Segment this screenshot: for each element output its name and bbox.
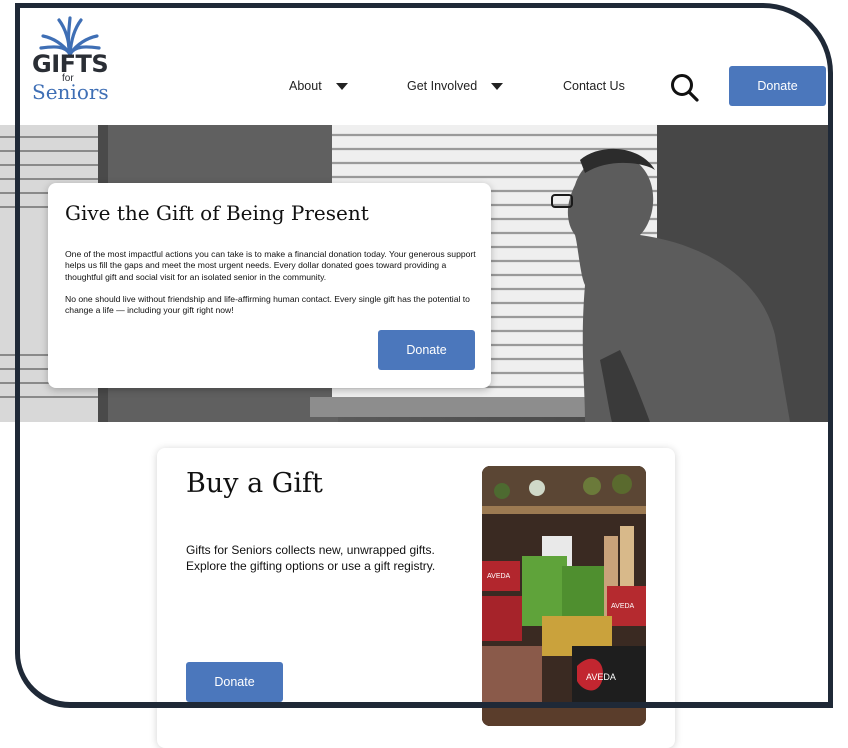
hero-card: Give the Gift of Being Present One of th… — [48, 183, 491, 388]
buy-gift-text: Gifts for Seniors collects new, unwrappe… — [186, 543, 436, 573]
hero-paragraph-2: No one should live without friendship an… — [65, 294, 470, 316]
nav-contact-label: Contact Us — [563, 79, 625, 93]
bag-label-2: AVEDA — [611, 603, 635, 610]
nav-item-contact[interactable]: Contact Us — [563, 66, 625, 106]
bag-label-3: AVEDA — [586, 672, 616, 682]
gifts-illustration: AVEDA AVEDA AVEDA — [482, 466, 646, 726]
logo-seniors: Seniors — [32, 80, 109, 104]
hero-paragraph-1: One of the most impactful actions you ca… — [65, 249, 476, 282]
nav-get-involved-label: Get Involved — [407, 79, 478, 93]
buy-gift-card: Buy a Gift Gifts for Seniors collects ne… — [157, 448, 675, 748]
nav-about-label: About — [289, 79, 322, 93]
buy-gift-title: Buy a Gift — [186, 468, 323, 499]
hero-donate-button[interactable]: Donate — [378, 330, 475, 370]
chevron-down-icon — [335, 82, 348, 90]
hero-title: Give the Gift of Being Present — [65, 201, 369, 225]
logo[interactable]: GIFTS for Seniors — [32, 16, 124, 106]
header-donate-button[interactable]: Donate — [729, 66, 826, 106]
buy-gift-donate-button[interactable]: Donate — [186, 662, 283, 702]
chevron-down-icon — [491, 82, 504, 90]
search-icon[interactable] — [669, 72, 699, 102]
nav-item-about[interactable]: About — [289, 66, 348, 106]
gifts-photo: AVEDA AVEDA AVEDA — [482, 466, 646, 726]
nav-item-get-involved[interactable]: Get Involved — [407, 66, 504, 106]
bag-label-1: AVEDA — [487, 573, 511, 580]
